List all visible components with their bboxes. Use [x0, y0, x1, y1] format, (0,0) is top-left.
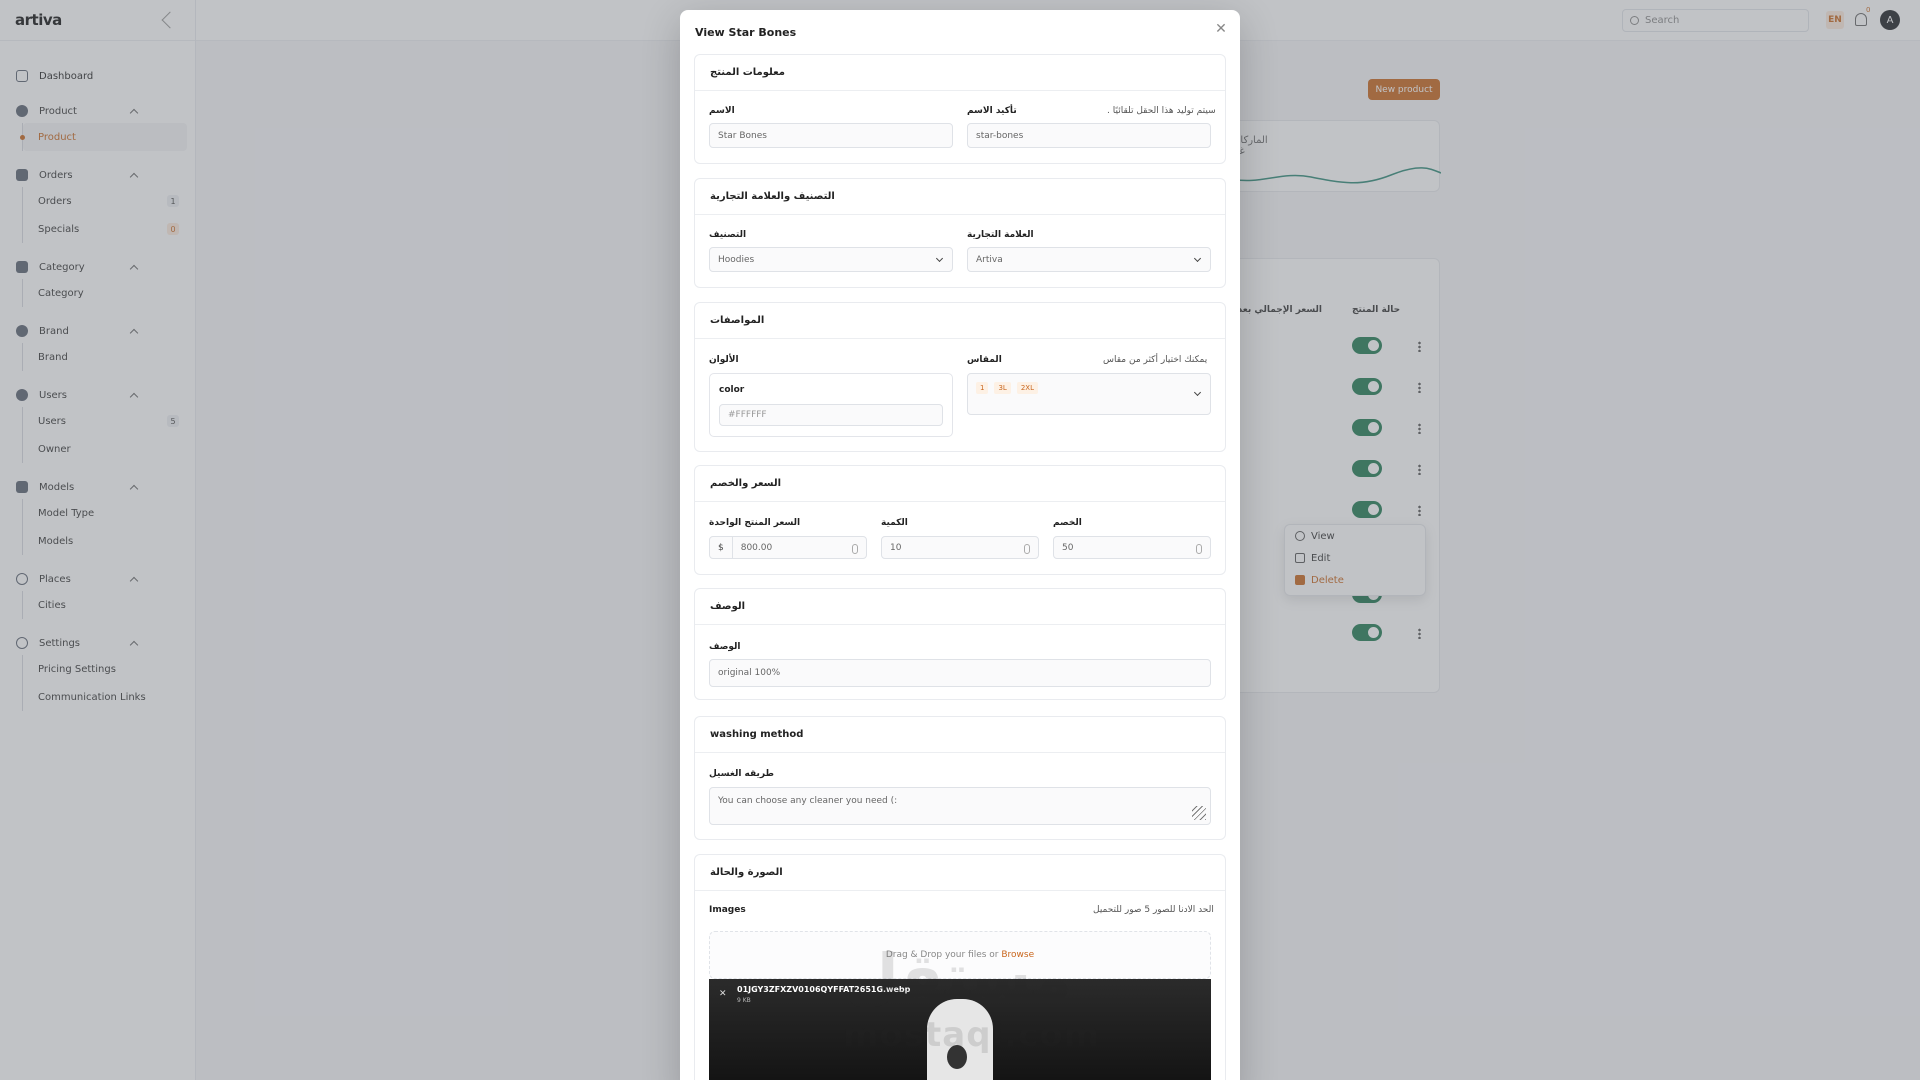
modal-title: View Star Bones	[695, 26, 797, 39]
category-label: التصنيف	[709, 230, 747, 240]
section-product-info: معلومات المنتج الاسم Star Bones تأكيد ال…	[694, 54, 1226, 164]
image-file-size: 9 KB	[737, 997, 751, 1004]
brand-select[interactable]: Artiva	[967, 247, 1211, 272]
colors-label: الألوان	[709, 355, 739, 365]
washing-value: You can choose any cleaner you need (:	[718, 796, 898, 806]
quantity-input[interactable]: 10	[881, 536, 1039, 559]
quantity-value: 10	[890, 542, 902, 553]
section-pricing: السعر والخصم السعر المنتج الواحدة $ 800.…	[694, 465, 1226, 575]
watermark-latin: mostaql.com	[843, 1015, 1101, 1055]
resize-handle-icon[interactable]	[1192, 806, 1206, 820]
slug-hint: . سيتم توليد هذا الحقل تلقائيًا	[1107, 106, 1216, 116]
quantity-label: الكمية	[881, 518, 908, 528]
name-field[interactable]: Star Bones	[709, 123, 953, 148]
currency-prefix: $	[718, 537, 733, 558]
watermark-arabic: مستقل	[845, 940, 1072, 1013]
section-description: الوصف الوصف original 100%	[694, 588, 1226, 700]
slug-field[interactable]: star-bones	[967, 123, 1211, 148]
section-washing-method: washing method طريقه الغسيل You can choo…	[694, 716, 1226, 840]
name-label: الاسم	[709, 106, 735, 116]
size-tag[interactable]: 1	[976, 382, 989, 394]
sizes-hint: يمكنك اختيار أكثر من مقاس	[1103, 355, 1208, 365]
slug-label: تأكيد الاسم	[967, 106, 1017, 116]
description-field[interactable]: original 100%	[709, 659, 1211, 687]
stepper-icon[interactable]	[852, 544, 858, 554]
sizes-multiselect[interactable]: 1 3L 2XL	[967, 373, 1211, 415]
price-label: السعر المنتج الواحدة	[709, 518, 801, 528]
section-heading: washing method	[695, 717, 1225, 753]
color-field-label: color	[719, 385, 745, 395]
section-heading: السعر والخصم	[695, 466, 1225, 502]
brand-label: العلامة التجارية	[967, 230, 1034, 240]
category-selected-value: Hoodies	[718, 254, 755, 265]
washing-label: طريقه الغسيل	[709, 769, 774, 779]
chevron-down-icon	[935, 254, 944, 263]
description-label: الوصف	[709, 642, 741, 652]
section-specifications: المواصفات الألوان color #FFFFFF المقاس ي…	[694, 302, 1226, 452]
images-hint: الحد الادنا للصور 5 صور للتحميل	[1093, 905, 1214, 915]
price-value: 800.00	[740, 542, 773, 553]
close-icon[interactable]: ✕	[1214, 22, 1228, 36]
section-heading: التصنيف والعلامة التجارية	[695, 179, 1225, 215]
color-input[interactable]: #FFFFFF	[719, 404, 943, 426]
discount-value: 50	[1062, 542, 1074, 553]
stepper-icon[interactable]	[1196, 544, 1202, 554]
section-heading: معلومات المنتج	[695, 55, 1225, 91]
remove-image-icon[interactable]: ✕	[719, 989, 727, 999]
view-product-modal: View Star Bones ✕ معلومات المنتج الاسم S…	[680, 10, 1240, 1080]
chevron-down-icon	[1193, 254, 1202, 263]
discount-input[interactable]: 50	[1053, 536, 1211, 559]
size-tag[interactable]: 3L	[994, 382, 1011, 394]
color-picker-box: color #FFFFFF	[709, 373, 953, 437]
section-heading: المواصفات	[695, 303, 1225, 339]
discount-label: الخصم	[1053, 518, 1082, 528]
washing-textarea[interactable]: You can choose any cleaner you need (:	[709, 787, 1211, 825]
chevron-down-icon	[1193, 388, 1202, 397]
price-input[interactable]: $ 800.00	[709, 536, 867, 559]
section-heading: الصورة والحالة	[695, 855, 1225, 891]
brand-selected-value: Artiva	[976, 254, 1003, 265]
section-heading: الوصف	[695, 589, 1225, 625]
section-category-brand: التصنيف والعلامة التجارية التصنيف Hoodie…	[694, 178, 1226, 288]
sizes-label: المقاس	[967, 355, 1002, 365]
images-label: Images	[709, 905, 746, 915]
size-tag[interactable]: 2XL	[1016, 382, 1038, 394]
category-select[interactable]: Hoodies	[709, 247, 953, 272]
stepper-icon[interactable]	[1024, 544, 1030, 554]
